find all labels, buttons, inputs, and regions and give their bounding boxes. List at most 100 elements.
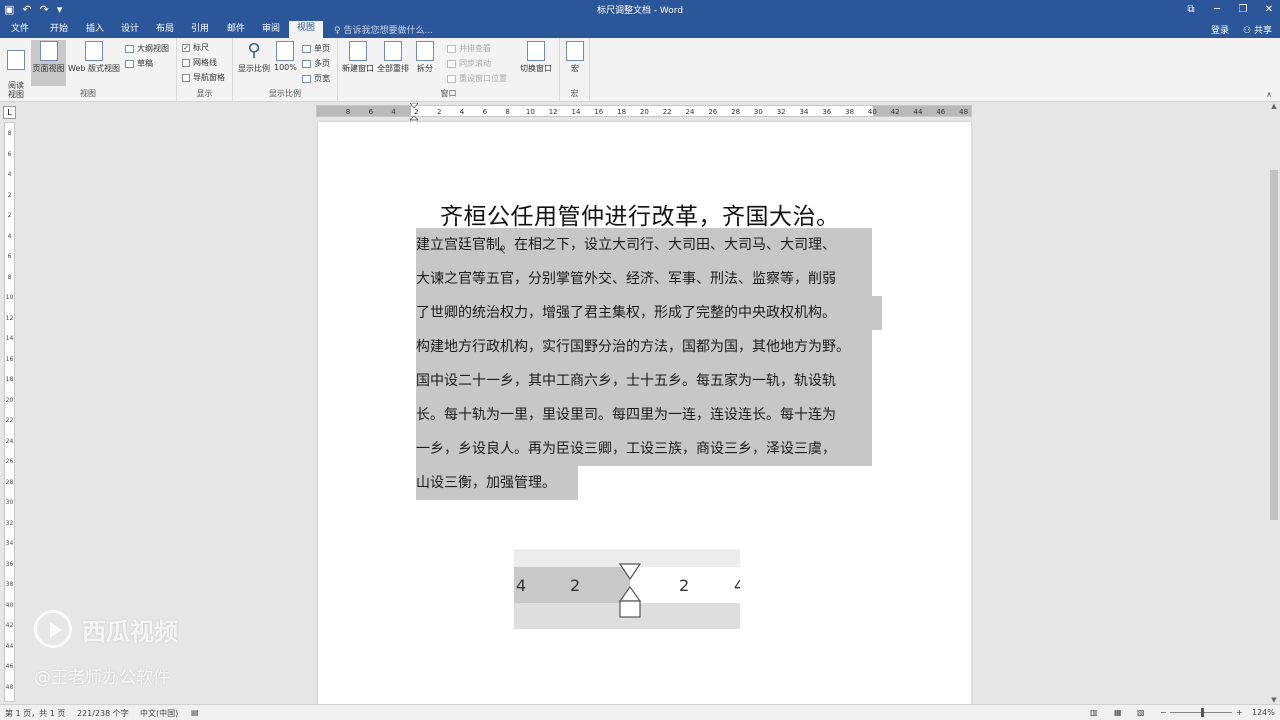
draft-button[interactable]: 草稿: [125, 58, 153, 69]
tab-home[interactable]: 开始: [50, 22, 68, 36]
paragraph-line[interactable]: 长。每十轨为一里，里设里司。每四里为一连，连设连长。每十连为: [416, 398, 872, 432]
share-button[interactable]: ⚇ 共享: [1243, 23, 1272, 36]
tell-me-search[interactable]: ♀ 告诉我您想要做什么...: [334, 23, 433, 36]
paragraph-line[interactable]: 国中设二十一乡，其中工商六乡，士十五乡。每五家为一轨，轨设轨: [416, 364, 872, 398]
paragraph-line[interactable]: 建立宫廷官制。在相之下，设立大司行、大司田、大司马、大司理、: [416, 228, 872, 262]
sign-in-link[interactable]: 登录: [1211, 23, 1229, 36]
tab-references[interactable]: 引用: [191, 22, 209, 36]
window-group: 新建窗口 全部重排 拆分 并排查看 同步滚动 重设窗口位置 切换窗口 窗口: [338, 38, 560, 102]
ruler-tick: 32: [776, 108, 786, 116]
close-icon[interactable]: ✕: [1262, 2, 1276, 18]
paragraph-line[interactable]: 大谏之官等五官，分别掌管外交、经济、军事、刑法、监察等，削弱: [416, 262, 872, 296]
arrange-all-button[interactable]: 全部重排: [376, 41, 410, 74]
paragraph-line[interactable]: 一乡，乡设良人。再为臣设三卿，工设三族，商设三乡，泽设三虞，: [416, 432, 872, 466]
arrange-all-icon: [384, 41, 402, 61]
side-by-side-icon: [447, 44, 456, 53]
read-mode-icon: [7, 50, 25, 70]
document-heading[interactable]: 齐桓公任用管仲进行改革，齐国大治。: [440, 197, 840, 231]
vertical-scrollbar[interactable]: ▲ ▼: [1268, 102, 1280, 704]
arrange-all-label: 全部重排: [377, 64, 409, 73]
gridlines-checkbox[interactable]: 网格线: [182, 57, 217, 68]
read-mode-icon[interactable]: ▥: [1090, 708, 1098, 717]
tell-me-text: 告诉我您想要做什么...: [343, 26, 434, 36]
web-layout-icon: [85, 41, 103, 61]
paragraph-line[interactable]: 山设三衡，加强管理。: [416, 466, 578, 500]
one-page-button[interactable]: 单页: [302, 43, 330, 54]
restore-icon[interactable]: ❐: [1236, 2, 1250, 18]
new-window-button[interactable]: 新建窗口: [341, 41, 375, 74]
indent-marker[interactable]: [410, 103, 418, 123]
scroll-thumb[interactable]: [1270, 170, 1278, 520]
ruler-label: 标尺: [193, 43, 209, 52]
web-layout-label: Web 版式视图: [68, 64, 120, 73]
ribbon-display-icon[interactable]: ⧉: [1184, 2, 1198, 18]
tab-design[interactable]: 设计: [121, 22, 139, 36]
sync-scroll-button[interactable]: 同步滚动: [447, 58, 491, 69]
vertical-ruler-tick: 2: [7, 212, 12, 219]
ribbon: 阅读 视图 页面视图 Web 版式视图 大纲视图 草稿 视图 ✓ 标尺 网格线 导…: [0, 38, 1280, 102]
tab-layout[interactable]: 布局: [156, 22, 174, 36]
print-layout-label: 页面视图: [32, 64, 65, 73]
zoom-in-icon[interactable]: +: [1236, 708, 1243, 717]
word-count[interactable]: 221/238 个字: [77, 708, 129, 719]
nav-pane-checkbox[interactable]: 导航窗格: [182, 72, 225, 83]
sync-scroll-label: 同步滚动: [459, 59, 491, 68]
outline-button[interactable]: 大纲视图: [125, 43, 169, 54]
person-icon: ⚇: [1243, 26, 1254, 36]
split-button[interactable]: 拆分: [414, 41, 436, 74]
scroll-up-icon[interactable]: ▲: [1268, 102, 1280, 110]
tab-selector[interactable]: L: [3, 106, 16, 119]
macros-label: 宏: [571, 64, 579, 73]
window-controls: ⧉ ─ ❐ ✕: [1184, 2, 1276, 18]
scroll-down-icon[interactable]: ▼: [1268, 696, 1280, 704]
inset-tick: 4: [734, 576, 740, 595]
ruler-tick: 18: [617, 108, 627, 116]
tab-file[interactable]: 文件: [11, 22, 29, 36]
vertical-ruler[interactable]: 8 6 4 2 2 4 6 8 10 12 14 16 18 20 22 24 26 28 30 32 34 36 38 40…: [4, 122, 15, 702]
tab-view[interactable]: 视图: [289, 21, 324, 38]
vertical-ruler-tick: 26: [5, 458, 14, 465]
tab-mailings[interactable]: 邮件: [227, 22, 245, 36]
macro-record-icon[interactable]: ▤: [191, 708, 199, 717]
paragraph-line[interactable]: 构建地方行政机构，实行国野分治的方法，国都为国，其他地方为野。: [416, 330, 872, 364]
tab-review[interactable]: 审阅: [262, 22, 280, 36]
zoom-slider[interactable]: [1170, 708, 1232, 717]
ruler-tick: 48: [959, 108, 969, 116]
ruler-zoom-inset: 4 2 2 4: [514, 549, 740, 629]
print-layout-icon[interactable]: ▦: [1114, 708, 1122, 717]
web-layout-button[interactable]: Web 版式视图: [67, 41, 121, 74]
multi-page-button[interactable]: 多页: [302, 58, 330, 69]
collapse-ribbon-icon[interactable]: ∧: [1266, 90, 1272, 99]
zoom-level[interactable]: 124%: [1252, 708, 1275, 717]
tab-insert[interactable]: 插入: [86, 22, 104, 36]
draft-label: 草稿: [137, 59, 153, 68]
zoom-button[interactable]: ⚲ 显示比例: [236, 41, 272, 74]
play-logo-icon: [34, 610, 72, 648]
zoom-out-icon[interactable]: −: [1160, 708, 1167, 717]
sync-scroll-icon: [447, 59, 456, 68]
web-layout-icon[interactable]: ▧: [1137, 708, 1145, 717]
zoom-label: 显示比例: [238, 64, 270, 73]
vertical-ruler-tick: 30: [5, 499, 14, 506]
reset-position-button[interactable]: 重设窗口位置: [447, 73, 507, 84]
ruler-tick: 30: [753, 108, 763, 116]
switch-window-icon: [527, 41, 545, 61]
vertical-ruler-tick: 40: [5, 601, 14, 609]
language[interactable]: 中文(中国): [140, 708, 178, 719]
page-count[interactable]: 第 1 页，共 1 页: [5, 708, 65, 719]
zoom-100-button[interactable]: 100%: [274, 41, 297, 72]
ruler-tick: 16: [594, 108, 604, 116]
ruler-checkbox[interactable]: ✓ 标尺: [182, 42, 209, 53]
watermark-author: @王老师办公软件: [34, 668, 170, 688]
print-layout-button[interactable]: 页面视图: [31, 40, 66, 86]
outline-label: 大纲视图: [137, 44, 169, 53]
macros-button[interactable]: 宏: [564, 41, 586, 74]
zoom-group-label: 显示比例: [269, 89, 301, 98]
switch-window-button[interactable]: 切换窗口: [518, 41, 554, 74]
page-width-button[interactable]: 页宽: [302, 73, 330, 84]
zoom-slider-knob[interactable]: [1201, 708, 1204, 717]
side-by-side-button[interactable]: 并排查看: [447, 43, 491, 54]
minimize-icon[interactable]: ─: [1210, 2, 1224, 18]
paragraph-line[interactable]: 了世卿的统治权力，增强了君主集权，形成了完整的中央政权机构。: [416, 296, 882, 330]
outline-icon: [125, 44, 134, 53]
